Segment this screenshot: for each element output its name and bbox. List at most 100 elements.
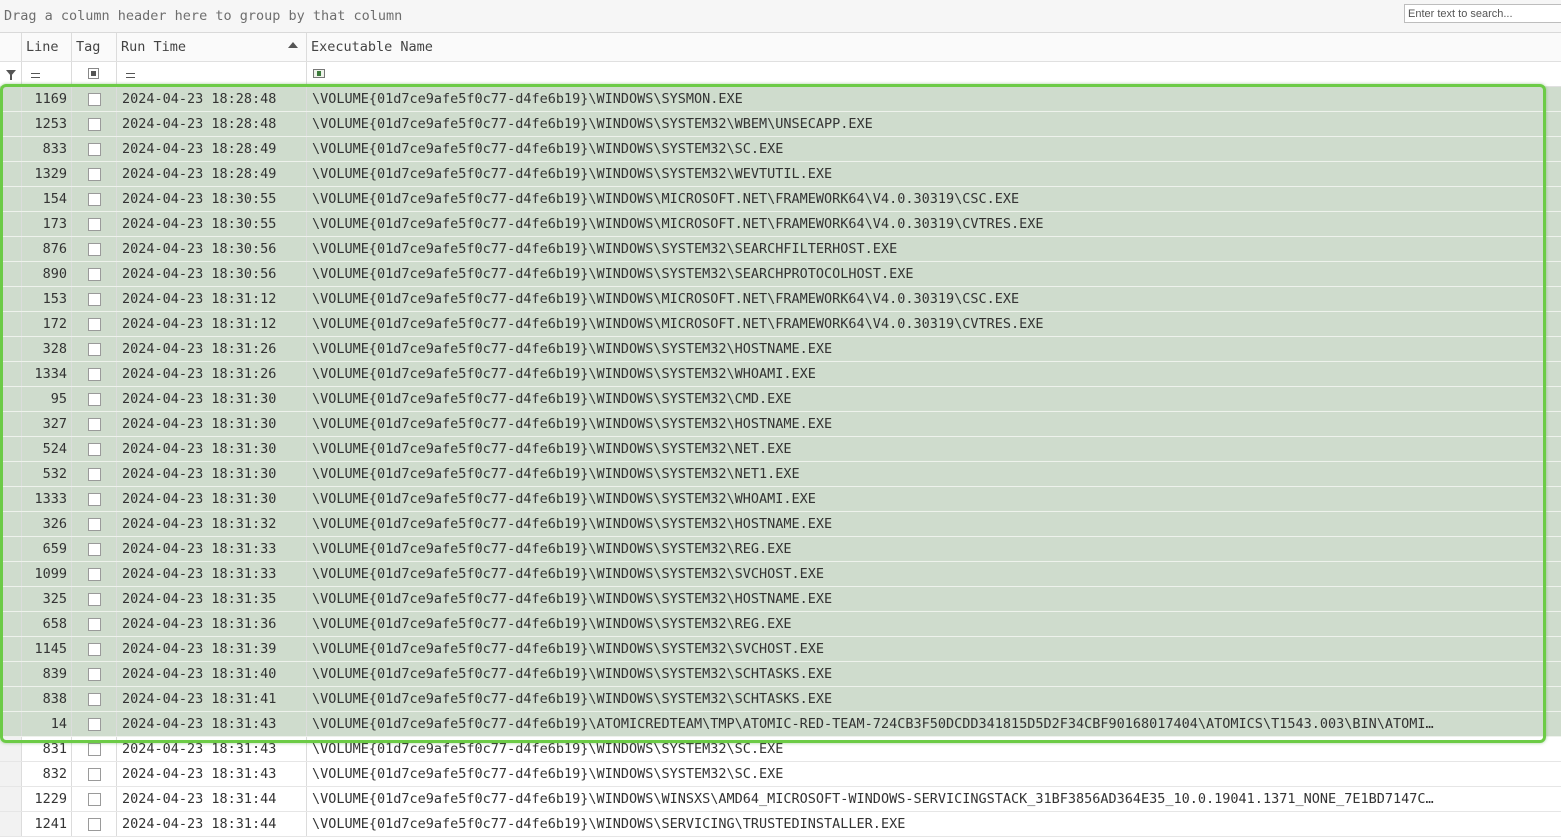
row-indicator[interactable]	[0, 562, 22, 586]
tag-checkbox[interactable]	[88, 318, 101, 331]
tag-checkbox[interactable]	[88, 718, 101, 731]
table-row[interactable]: 173 2024-04-23 18:30:55 \VOLUME{01d7ce9afe…	[0, 212, 1561, 237]
tag-checkbox[interactable]	[88, 368, 101, 381]
tag-checkbox[interactable]	[88, 418, 101, 431]
tag-checkbox[interactable]	[88, 218, 101, 231]
filter-cell-run-time[interactable]	[117, 62, 307, 86]
table-row[interactable]: 524 2024-04-23 18:31:30 \VOLUME{01d7ce9afe…	[0, 437, 1561, 462]
row-indicator[interactable]	[0, 762, 22, 786]
row-indicator[interactable]	[0, 262, 22, 286]
tag-checkbox[interactable]	[88, 518, 101, 531]
row-indicator[interactable]	[0, 237, 22, 261]
tag-checkbox[interactable]	[88, 343, 101, 356]
table-row[interactable]: 839 2024-04-23 18:31:40 \VOLUME{01d7ce9afe…	[0, 662, 1561, 687]
table-row[interactable]: 1229 2024-04-23 18:31:44 \VOLUME{01d7ce9af…	[0, 787, 1561, 812]
table-row[interactable]: 328 2024-04-23 18:31:26 \VOLUME{01d7ce9afe…	[0, 337, 1561, 362]
row-indicator[interactable]	[0, 612, 22, 636]
table-row[interactable]: 832 2024-04-23 18:31:43 \VOLUME{01d7ce9afe…	[0, 762, 1561, 787]
table-row[interactable]: 838 2024-04-23 18:31:41 \VOLUME{01d7ce9afe…	[0, 687, 1561, 712]
tag-checkbox[interactable]	[88, 643, 101, 656]
row-indicator[interactable]	[0, 537, 22, 561]
filter-row-indicator[interactable]	[0, 62, 22, 86]
tag-checkbox[interactable]	[88, 693, 101, 706]
table-row[interactable]: 1333 2024-04-23 18:31:30 \VOLUME{01d7ce9af…	[0, 487, 1561, 512]
table-row[interactable]: 831 2024-04-23 18:31:43 \VOLUME{01d7ce9afe…	[0, 737, 1561, 762]
row-indicator[interactable]	[0, 112, 22, 136]
tag-checkbox[interactable]	[88, 818, 101, 831]
row-indicator[interactable]	[0, 312, 22, 336]
tag-checkbox[interactable]	[88, 743, 101, 756]
tag-checkbox[interactable]	[88, 593, 101, 606]
column-header-line[interactable]: Line	[22, 33, 72, 61]
table-row[interactable]: 876 2024-04-23 18:30:56 \VOLUME{01d7ce9afe…	[0, 237, 1561, 262]
table-row[interactable]: 14 2024-04-23 18:31:43 \VOLUME{01d7ce9afe5…	[0, 712, 1561, 737]
column-header-tag[interactable]: Tag	[72, 33, 117, 61]
filter-cell-tag[interactable]	[72, 62, 117, 86]
table-row[interactable]: 833 2024-04-23 18:28:49 \VOLUME{01d7ce9afe…	[0, 137, 1561, 162]
row-indicator[interactable]	[0, 412, 22, 436]
filter-checkbox-icon[interactable]	[88, 68, 99, 79]
row-indicator[interactable]	[0, 187, 22, 211]
row-indicator[interactable]	[0, 462, 22, 486]
table-row[interactable]: 325 2024-04-23 18:31:35 \VOLUME{01d7ce9afe…	[0, 587, 1561, 612]
tag-checkbox[interactable]	[88, 193, 101, 206]
row-indicator[interactable]	[0, 162, 22, 186]
row-indicator[interactable]	[0, 287, 22, 311]
tag-checkbox[interactable]	[88, 668, 101, 681]
tag-checkbox[interactable]	[88, 143, 101, 156]
row-indicator[interactable]	[0, 437, 22, 461]
row-indicator[interactable]	[0, 737, 22, 761]
row-indicator[interactable]	[0, 362, 22, 386]
table-row[interactable]: 172 2024-04-23 18:31:12 \VOLUME{01d7ce9afe…	[0, 312, 1561, 337]
tag-checkbox[interactable]	[88, 268, 101, 281]
row-indicator[interactable]	[0, 712, 22, 736]
table-row[interactable]: 890 2024-04-23 18:30:56 \VOLUME{01d7ce9afe…	[0, 262, 1561, 287]
table-row[interactable]: 532 2024-04-23 18:31:30 \VOLUME{01d7ce9afe…	[0, 462, 1561, 487]
row-indicator[interactable]	[0, 812, 22, 836]
tag-checkbox[interactable]	[88, 768, 101, 781]
tag-checkbox[interactable]	[88, 793, 101, 806]
table-row[interactable]: 153 2024-04-23 18:31:12 \VOLUME{01d7ce9afe…	[0, 287, 1561, 312]
tag-checkbox[interactable]	[88, 93, 101, 106]
table-row[interactable]: 95 2024-04-23 18:31:30 \VOLUME{01d7ce9afe5…	[0, 387, 1561, 412]
table-row[interactable]: 154 2024-04-23 18:30:55 \VOLUME{01d7ce9afe…	[0, 187, 1561, 212]
table-row[interactable]: 327 2024-04-23 18:31:30 \VOLUME{01d7ce9afe…	[0, 412, 1561, 437]
row-indicator[interactable]	[0, 337, 22, 361]
table-row[interactable]: 1145 2024-04-23 18:31:39 \VOLUME{01d7ce9af…	[0, 637, 1561, 662]
tag-checkbox[interactable]	[88, 393, 101, 406]
row-indicator[interactable]	[0, 637, 22, 661]
column-header-run-time[interactable]: Run Time	[117, 33, 307, 61]
tag-checkbox[interactable]	[88, 568, 101, 581]
row-indicator[interactable]	[0, 212, 22, 236]
filter-cell-line[interactable]	[22, 62, 72, 86]
table-row[interactable]: 1099 2024-04-23 18:31:33 \VOLUME{01d7ce9af…	[0, 562, 1561, 587]
tag-checkbox[interactable]	[88, 168, 101, 181]
column-header-executable-name[interactable]: Executable Name	[307, 33, 1561, 61]
tag-checkbox[interactable]	[88, 293, 101, 306]
row-indicator[interactable]	[0, 587, 22, 611]
row-indicator[interactable]	[0, 137, 22, 161]
search-input[interactable]	[1404, 4, 1561, 23]
tag-checkbox[interactable]	[88, 443, 101, 456]
table-row[interactable]: 1241 2024-04-23 18:31:44 \VOLUME{01d7ce9af…	[0, 812, 1561, 837]
row-indicator[interactable]	[0, 387, 22, 411]
table-row[interactable]: 1169 2024-04-23 18:28:48 \VOLUME{01d7ce9af…	[0, 87, 1561, 112]
table-row[interactable]: 658 2024-04-23 18:31:36 \VOLUME{01d7ce9afe…	[0, 612, 1561, 637]
row-indicator[interactable]	[0, 87, 22, 111]
tag-checkbox[interactable]	[88, 468, 101, 481]
row-indicator[interactable]	[0, 487, 22, 511]
table-row[interactable]: 1253 2024-04-23 18:28:48 \VOLUME{01d7ce9af…	[0, 112, 1561, 137]
row-indicator[interactable]	[0, 687, 22, 711]
table-row[interactable]: 1329 2024-04-23 18:28:49 \VOLUME{01d7ce9af…	[0, 162, 1561, 187]
row-indicator[interactable]	[0, 512, 22, 536]
table-row[interactable]: 326 2024-04-23 18:31:32 \VOLUME{01d7ce9afe…	[0, 512, 1561, 537]
filter-cell-executable-name[interactable]	[307, 62, 1561, 86]
tag-checkbox[interactable]	[88, 118, 101, 131]
group-by-panel[interactable]: Drag a column header here to group by th…	[0, 0, 1561, 33]
tag-checkbox[interactable]	[88, 493, 101, 506]
tag-checkbox[interactable]	[88, 543, 101, 556]
tag-checkbox[interactable]	[88, 243, 101, 256]
table-row[interactable]: 659 2024-04-23 18:31:33 \VOLUME{01d7ce9afe…	[0, 537, 1561, 562]
row-indicator[interactable]	[0, 787, 22, 811]
table-row[interactable]: 1334 2024-04-23 18:31:26 \VOLUME{01d7ce9af…	[0, 362, 1561, 387]
